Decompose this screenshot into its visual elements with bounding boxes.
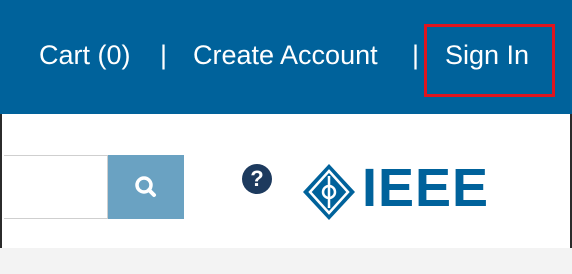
create-account-link[interactable]: Create Account [193,40,378,71]
search-input[interactable] [4,155,108,219]
help-icon[interactable]: ? [242,164,272,194]
ieee-diamond-icon [303,164,355,220]
sign-in-highlight-box [424,24,555,97]
search-icon [135,176,156,197]
search-button[interactable] [108,155,184,219]
ieee-logo[interactable]: IEEE [299,160,504,224]
ieee-logo-text: IEEE [362,158,490,218]
nav-separator: | [160,40,168,70]
nav-separator: | [412,40,420,70]
cart-link[interactable]: Cart (0) [39,40,131,71]
content-band [0,248,572,274]
